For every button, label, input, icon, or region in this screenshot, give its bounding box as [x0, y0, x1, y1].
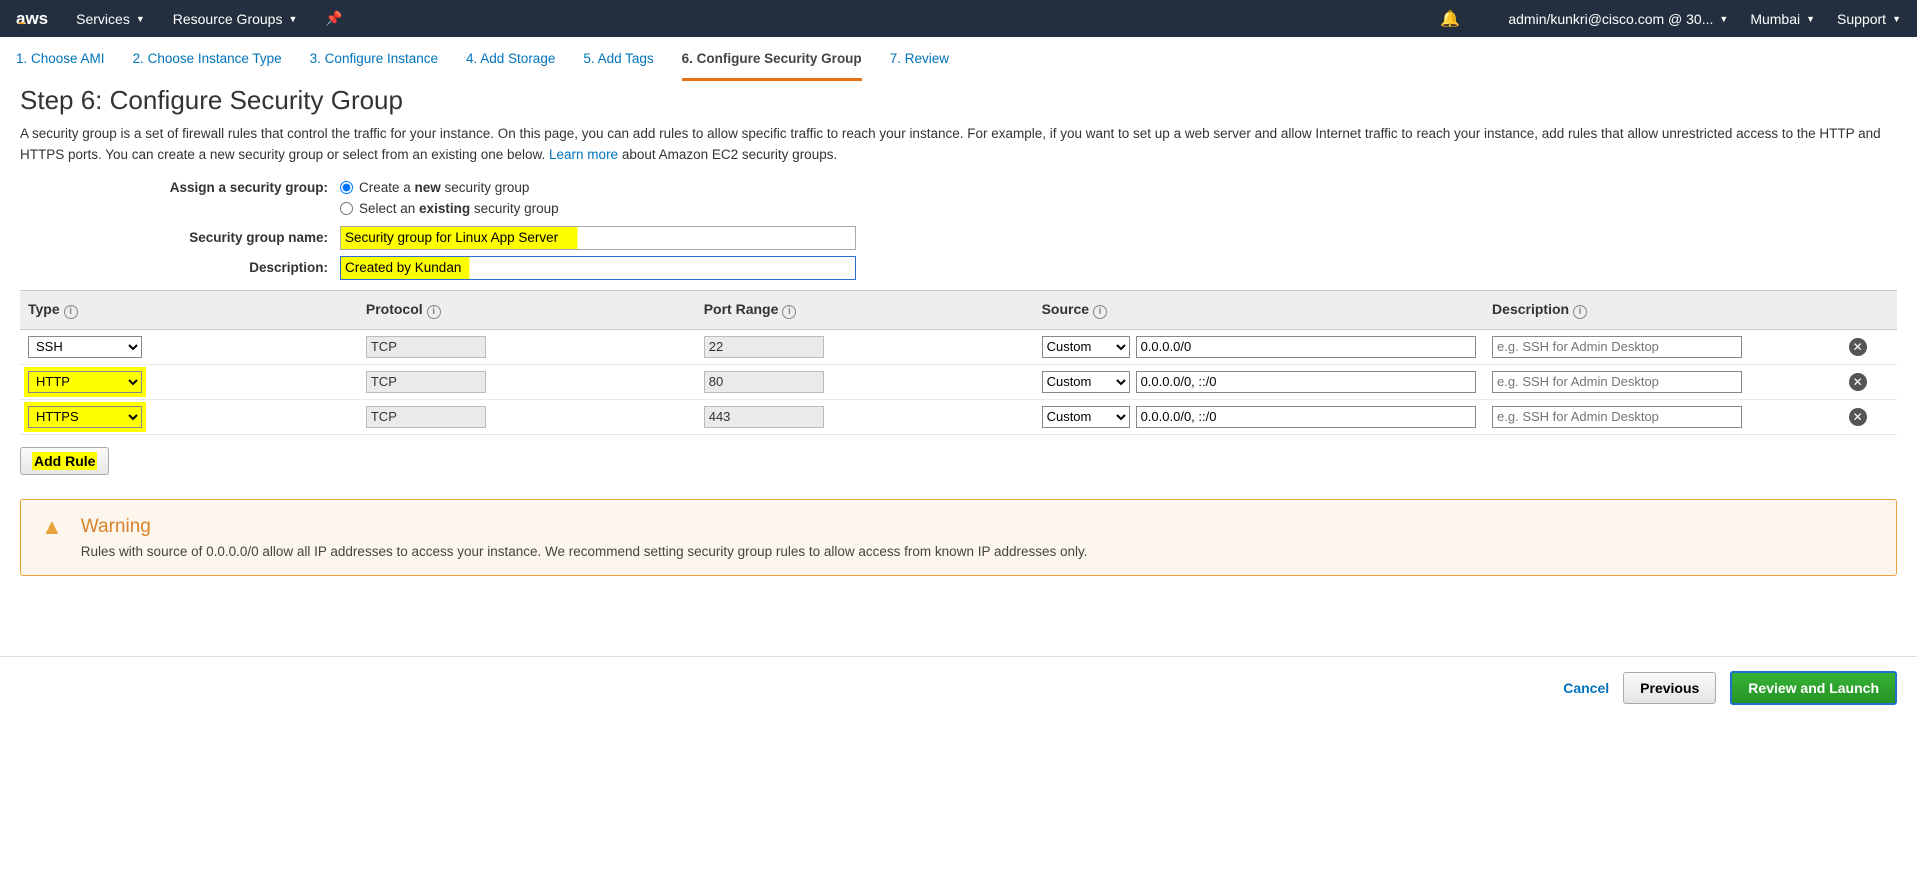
page-desc-text: A security group is a set of firewall ru…: [20, 126, 1881, 162]
account-menu[interactable]: admin/kunkri@cisco.com @ 30... ▼: [1508, 11, 1728, 27]
sg-name-label: Security group name:: [20, 230, 340, 245]
info-icon[interactable]: i: [1573, 305, 1587, 319]
rule-protocol: TCP: [366, 371, 486, 393]
warning-title: Warning: [81, 516, 1088, 538]
wizard-tabs: 1. Choose AMI 2. Choose Instance Type 3.…: [0, 37, 1917, 81]
caret-down-icon: ▼: [1719, 14, 1728, 24]
table-row: HTTP TCP 80 Custom ✕: [20, 364, 1897, 399]
remove-rule-icon[interactable]: ✕: [1849, 373, 1867, 391]
region-label: Mumbai: [1750, 11, 1800, 27]
radio-select-existing-sg[interactable]: [340, 202, 353, 215]
table-row: HTTPS TCP 443 Custom ✕: [20, 399, 1897, 434]
warning-box: ▲ Warning Rules with source of 0.0.0.0/0…: [20, 499, 1897, 576]
warning-text: Rules with source of 0.0.0.0/0 allow all…: [81, 544, 1088, 559]
remove-rule-icon[interactable]: ✕: [1849, 408, 1867, 426]
rule-type-select[interactable]: SSH: [28, 336, 142, 358]
rule-description-input[interactable]: [1492, 371, 1742, 393]
rule-source-cidr-input[interactable]: [1136, 371, 1476, 393]
warning-icon: ▲: [41, 516, 63, 559]
rule-source-mode-select[interactable]: Custom: [1042, 336, 1130, 358]
global-nav: aws ⌣ Services ▼ Resource Groups ▼ 📌 🔔 a…: [0, 0, 1917, 37]
pin-icon[interactable]: 📌: [325, 10, 342, 27]
rule-type-select[interactable]: HTTP: [28, 371, 142, 393]
tab-choose-ami[interactable]: 1. Choose AMI: [16, 51, 105, 81]
aws-logo[interactable]: aws ⌣: [16, 9, 48, 29]
select-existing-sg-label: Select an existing security group: [359, 201, 559, 216]
col-description: Descriptioni: [1484, 290, 1841, 329]
add-rule-button[interactable]: Add Rule: [20, 447, 109, 475]
info-icon[interactable]: i: [782, 305, 796, 319]
resource-groups-menu[interactable]: Resource Groups ▼: [173, 11, 298, 27]
resource-groups-label: Resource Groups: [173, 11, 283, 27]
previous-button[interactable]: Previous: [1623, 672, 1716, 704]
caret-down-icon: ▼: [136, 14, 145, 24]
security-rules-table: Typei Protocoli Port Rangei Sourcei Desc…: [20, 290, 1897, 435]
caret-down-icon: ▼: [1806, 14, 1815, 24]
rule-description-input[interactable]: [1492, 336, 1742, 358]
rule-source-mode-select[interactable]: Custom: [1042, 371, 1130, 393]
rule-source-cidr-input[interactable]: [1136, 406, 1476, 428]
col-type: Typei: [20, 290, 358, 329]
tab-review[interactable]: 7. Review: [890, 51, 949, 81]
aws-swoosh-icon: ⌣: [18, 17, 25, 30]
rule-protocol: TCP: [366, 336, 486, 358]
page-description: A security group is a set of firewall ru…: [20, 124, 1897, 166]
notifications-icon[interactable]: 🔔: [1440, 9, 1460, 29]
rule-source-mode-select[interactable]: Custom: [1042, 406, 1130, 428]
table-row: SSH TCP 22 Custom ✕: [20, 329, 1897, 364]
sg-name-input[interactable]: [340, 226, 856, 250]
rule-port: 443: [704, 406, 824, 428]
rule-description-input[interactable]: [1492, 406, 1742, 428]
assign-sg-label: Assign a security group:: [20, 180, 340, 195]
remove-rule-icon[interactable]: ✕: [1849, 338, 1867, 356]
tab-configure-security-group[interactable]: 6. Configure Security Group: [682, 51, 862, 81]
tab-choose-instance-type[interactable]: 2. Choose Instance Type: [133, 51, 282, 81]
rule-port: 22: [704, 336, 824, 358]
support-label: Support: [1837, 11, 1886, 27]
account-label: admin/kunkri@cisco.com @ 30...: [1508, 11, 1713, 27]
page-desc-suffix: about Amazon EC2 security groups.: [622, 147, 837, 162]
cancel-button[interactable]: Cancel: [1563, 680, 1609, 696]
sg-description-input[interactable]: [340, 256, 856, 280]
wizard-footer: Cancel Previous Review and Launch: [0, 656, 1917, 745]
page-title: Step 6: Configure Security Group: [20, 85, 1897, 116]
services-label: Services: [76, 11, 130, 27]
tab-add-storage[interactable]: 4. Add Storage: [466, 51, 555, 81]
info-icon[interactable]: i: [64, 305, 78, 319]
rule-source-cidr-input[interactable]: [1136, 336, 1476, 358]
radio-create-new-sg[interactable]: [340, 181, 353, 194]
review-and-launch-button[interactable]: Review and Launch: [1730, 671, 1897, 705]
caret-down-icon: ▼: [1892, 14, 1901, 24]
rule-protocol: TCP: [366, 406, 486, 428]
col-protocol: Protocoli: [358, 290, 696, 329]
info-icon[interactable]: i: [427, 305, 441, 319]
info-icon[interactable]: i: [1093, 305, 1107, 319]
tab-add-tags[interactable]: 5. Add Tags: [583, 51, 653, 81]
support-menu[interactable]: Support ▼: [1837, 11, 1901, 27]
tab-configure-instance[interactable]: 3. Configure Instance: [310, 51, 438, 81]
col-port-range: Port Rangei: [696, 290, 1034, 329]
learn-more-link[interactable]: Learn more: [549, 147, 618, 162]
rule-type-select[interactable]: HTTPS: [28, 406, 142, 428]
create-new-sg-label: Create a new security group: [359, 180, 529, 195]
col-source: Sourcei: [1034, 290, 1484, 329]
services-menu[interactable]: Services ▼: [76, 11, 145, 27]
sg-description-label: Description:: [20, 260, 340, 275]
caret-down-icon: ▼: [288, 14, 297, 24]
rule-port: 80: [704, 371, 824, 393]
region-menu[interactable]: Mumbai ▼: [1750, 11, 1815, 27]
